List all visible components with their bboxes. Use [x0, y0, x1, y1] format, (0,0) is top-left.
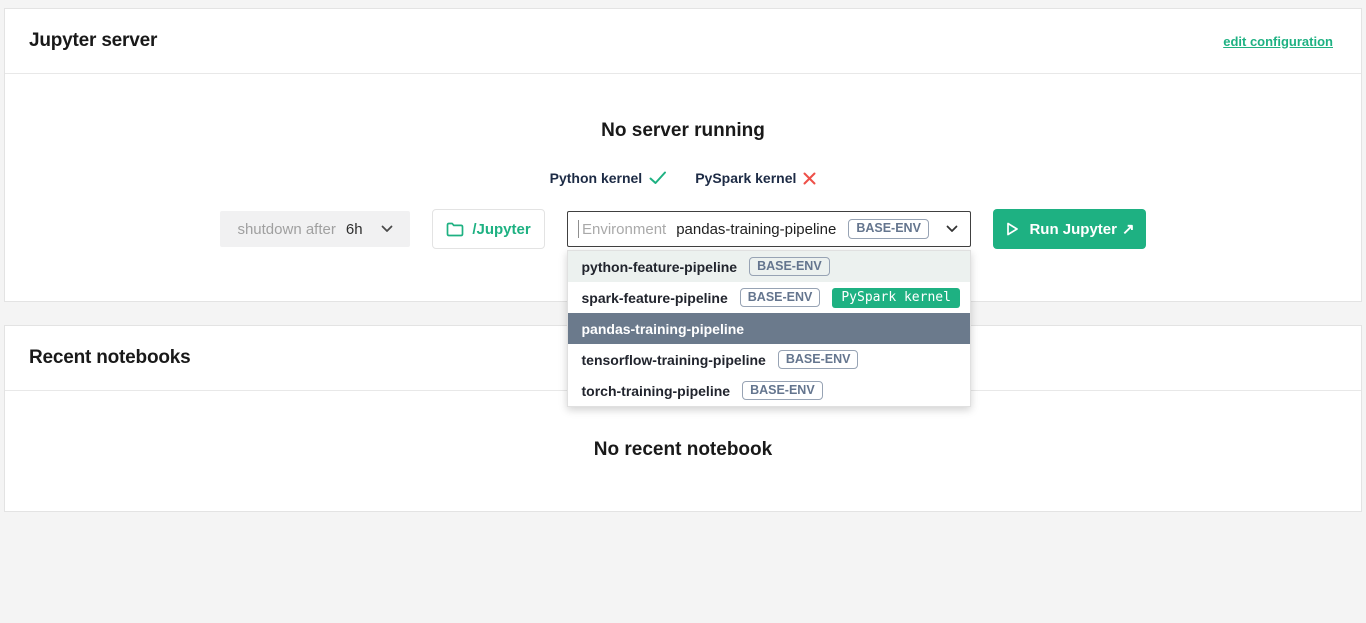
pyspark-kernel-badge: PySpark kernel [832, 288, 960, 308]
play-icon [1004, 221, 1020, 237]
jupyter-folder-button[interactable]: /Jupyter [432, 209, 545, 249]
shutdown-after-label: shutdown after [237, 221, 335, 238]
python-kernel-status: Python kernel [550, 170, 668, 186]
server-controls-row: shutdown after 6h /Jupyter Environment p… [220, 209, 1146, 249]
server-card-body: No server running Python kernel PySpark … [5, 74, 1361, 249]
environment-select[interactable]: Environment pandas-training-pipeline BAS… [567, 211, 971, 247]
env-option-spark-feature-pipeline[interactable]: spark-feature-pipeline BASE-ENV PySpark … [568, 282, 970, 313]
server-card-header: Jupyter server edit configuration [5, 9, 1361, 74]
env-option-pandas-training-pipeline[interactable]: pandas-training-pipeline [568, 313, 970, 344]
base-env-badge: BASE-ENV [740, 288, 821, 308]
env-option-torch-training-pipeline[interactable]: torch-training-pipeline BASE-ENV [568, 375, 970, 406]
base-env-badge: BASE-ENV [848, 219, 929, 239]
pyspark-kernel-label: PySpark kernel [695, 170, 796, 186]
env-option-python-feature-pipeline[interactable]: python-feature-pipeline BASE-ENV [568, 251, 970, 282]
cross-icon [803, 172, 816, 185]
base-env-badge: BASE-ENV [749, 257, 830, 277]
text-cursor [578, 220, 579, 238]
shutdown-after-select[interactable]: shutdown after 6h [220, 211, 410, 247]
pyspark-kernel-status: PySpark kernel [695, 170, 816, 186]
env-option-tensorflow-training-pipeline[interactable]: tensorflow-training-pipeline BASE-ENV [568, 344, 970, 375]
check-icon [649, 171, 667, 185]
base-env-badge: BASE-ENV [778, 350, 859, 370]
chevron-down-icon[interactable] [946, 225, 958, 233]
python-kernel-label: Python kernel [550, 170, 643, 186]
external-link-arrow-icon: ↗ [1122, 220, 1135, 238]
run-jupyter-button[interactable]: Run Jupyter ↗ [993, 209, 1146, 249]
chevron-down-icon [373, 225, 393, 233]
shutdown-after-value: 6h [346, 221, 363, 238]
no-recent-notebook-message: No recent notebook [594, 439, 772, 461]
jupyter-folder-label: /Jupyter [472, 221, 530, 238]
environment-placeholder: Environment [582, 221, 666, 238]
kernel-status-row: Python kernel PySpark kernel [550, 170, 817, 186]
edit-configuration-link[interactable]: edit configuration [1223, 34, 1333, 49]
base-env-badge: BASE-ENV [742, 381, 823, 401]
folder-icon [446, 222, 464, 237]
environment-selected-value: pandas-training-pipeline [676, 221, 836, 238]
no-server-heading: No server running [601, 120, 765, 142]
run-jupyter-label: Run Jupyter [1029, 221, 1117, 238]
environment-dropdown-panel: python-feature-pipeline BASE-ENV spark-f… [567, 250, 971, 407]
recent-notebooks-title: Recent notebooks [29, 347, 191, 369]
jupyter-server-card: Jupyter server edit configuration No ser… [4, 8, 1362, 302]
page-title: Jupyter server [29, 30, 157, 52]
